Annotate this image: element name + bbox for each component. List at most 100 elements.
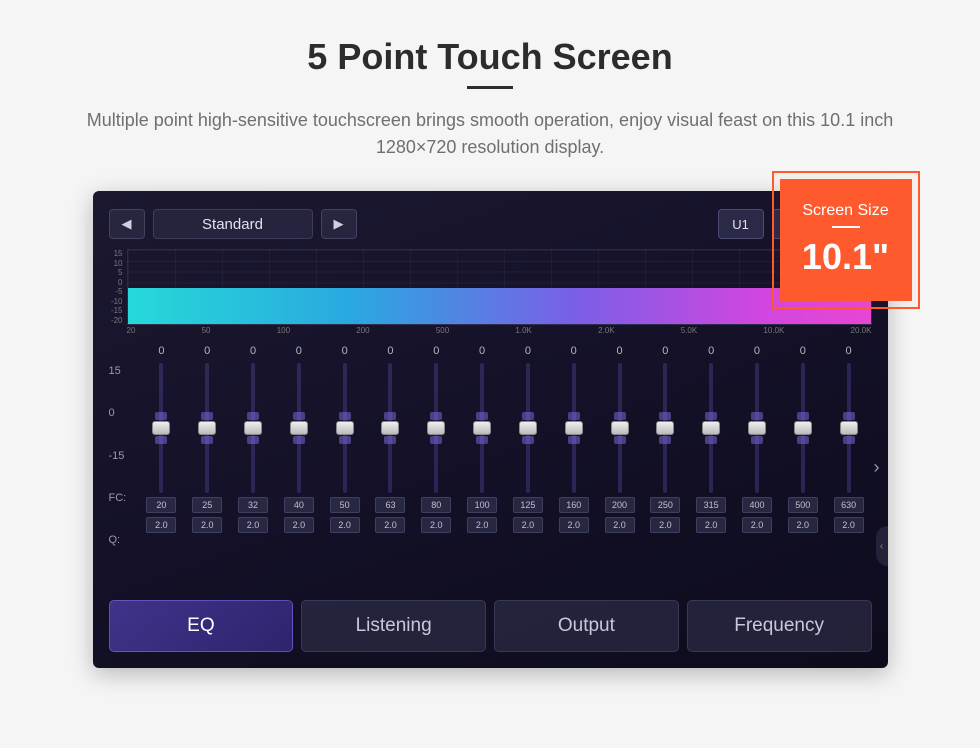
band-value: 0 [342,345,348,363]
band-value: 0 [479,345,485,363]
band-q-input[interactable]: 2.0 [742,517,772,533]
bottom-tabs: EQ Listening Output Frequency [109,600,872,652]
band-value: 0 [800,345,806,363]
heading-divider [467,86,513,89]
band-slider[interactable] [688,363,734,493]
slider-knob-icon[interactable] [198,421,216,435]
scroll-right-button[interactable]: › [870,450,884,486]
band-slider[interactable] [459,363,505,493]
slider-knob-icon[interactable] [794,421,812,435]
band-q-input[interactable]: 2.0 [284,517,314,533]
slider-knob-icon[interactable] [427,421,445,435]
badge-divider [832,226,860,228]
band-fc-input[interactable]: 125 [513,497,543,513]
band-q-input[interactable]: 2.0 [650,517,680,533]
slider-knob-icon[interactable] [565,421,583,435]
slider-knob-icon[interactable] [290,421,308,435]
band-slider[interactable] [184,363,230,493]
band-fc-input[interactable]: 40 [284,497,314,513]
tick-label: 20 [127,326,136,335]
band-fc-input[interactable]: 250 [650,497,680,513]
band-slider[interactable] [322,363,368,493]
band-q-input[interactable]: 2.0 [375,517,405,533]
band-fc-input[interactable]: 400 [742,497,772,513]
eq-band: 0 125 2.0 [505,345,551,590]
band-q-input[interactable]: 2.0 [559,517,589,533]
band-slider[interactable] [230,363,276,493]
band-slider[interactable] [551,363,597,493]
band-value: 0 [204,345,210,363]
band-value: 0 [708,345,714,363]
page-title: 5 Point Touch Screen [307,36,672,78]
tab-output[interactable]: Output [494,600,679,652]
slider-knob-icon[interactable] [702,421,720,435]
band-slider[interactable] [642,363,688,493]
slider-knob-icon[interactable] [840,421,858,435]
chevron-right-icon: › [874,457,880,478]
band-q-input[interactable]: 2.0 [788,517,818,533]
band-q-input[interactable]: 2.0 [238,517,268,533]
band-fc-input[interactable]: 63 [375,497,405,513]
axis-label: 0 [109,407,139,419]
eq-band: 0 315 2.0 [688,345,734,590]
band-fc-input[interactable]: 32 [238,497,268,513]
slider-knob-icon[interactable] [473,421,491,435]
band-slider[interactable] [597,363,643,493]
slider-knob-icon[interactable] [152,421,170,435]
band-q-input[interactable]: 2.0 [513,517,543,533]
tick-label: 200 [356,326,369,335]
band-slider[interactable] [780,363,826,493]
band-slider[interactable] [826,363,872,493]
band-q-input[interactable]: 2.0 [330,517,360,533]
band-q-input[interactable]: 2.0 [696,517,726,533]
band-slider[interactable] [505,363,551,493]
slider-knob-icon[interactable] [611,421,629,435]
band-q-input[interactable]: 2.0 [605,517,635,533]
band-q-input[interactable]: 2.0 [146,517,176,533]
tick-label: 1.0K [515,326,531,335]
band-fc-input[interactable]: 200 [605,497,635,513]
band-fc-input[interactable]: 50 [330,497,360,513]
tab-eq[interactable]: EQ [109,600,294,652]
preset-prev-button[interactable]: ◀ [109,209,145,239]
page-subtitle: Multiple point high-sensitive touchscree… [60,107,920,161]
tab-frequency[interactable]: Frequency [687,600,872,652]
band-fc-input[interactable]: 315 [696,497,726,513]
band-fc-input[interactable]: 160 [559,497,589,513]
band-fc-input[interactable]: 20 [146,497,176,513]
band-fc-input[interactable]: 80 [421,497,451,513]
spectrum-y-ticks: 15 10 5 0 -5 -10 -15 -20 [105,249,123,325]
slider-knob-icon[interactable] [244,421,262,435]
preset-label[interactable]: Standard [153,209,313,239]
tick-label: -20 [105,316,123,325]
slider-knob-icon[interactable] [748,421,766,435]
badge-value: 10.1" [802,236,889,278]
slider-knob-icon[interactable] [381,421,399,435]
band-fc-input[interactable]: 500 [788,497,818,513]
preset-next-button[interactable]: ▶ [321,209,357,239]
band-slider[interactable] [368,363,414,493]
band-slider[interactable] [734,363,780,493]
band-q-input[interactable]: 2.0 [834,517,864,533]
eq-band: 0 32 2.0 [230,345,276,590]
eq-panel: 15 0 -15 FC: Q: 0 20 2.0 0 25 2.0 0 [109,345,872,590]
slider-knob-icon[interactable] [656,421,674,435]
band-q-input[interactable]: 2.0 [192,517,222,533]
user-preset-button[interactable]: U1 [718,209,764,239]
band-q-input[interactable]: 2.0 [421,517,451,533]
side-tab-handle[interactable]: ‹ [876,526,888,566]
slider-knob-icon[interactable] [519,421,537,435]
band-q-input[interactable]: 2.0 [467,517,497,533]
band-fc-input[interactable]: 25 [192,497,222,513]
slider-knob-icon[interactable] [336,421,354,435]
band-slider[interactable] [139,363,185,493]
band-value: 0 [525,345,531,363]
tab-listening[interactable]: Listening [301,600,486,652]
row-label-q: Q: [109,534,139,546]
band-fc-input[interactable]: 100 [467,497,497,513]
eq-band: 0 20 2.0 [139,345,185,590]
band-slider[interactable] [413,363,459,493]
eq-band: 0 630 2.0 [826,345,872,590]
band-slider[interactable] [276,363,322,493]
band-fc-input[interactable]: 630 [834,497,864,513]
